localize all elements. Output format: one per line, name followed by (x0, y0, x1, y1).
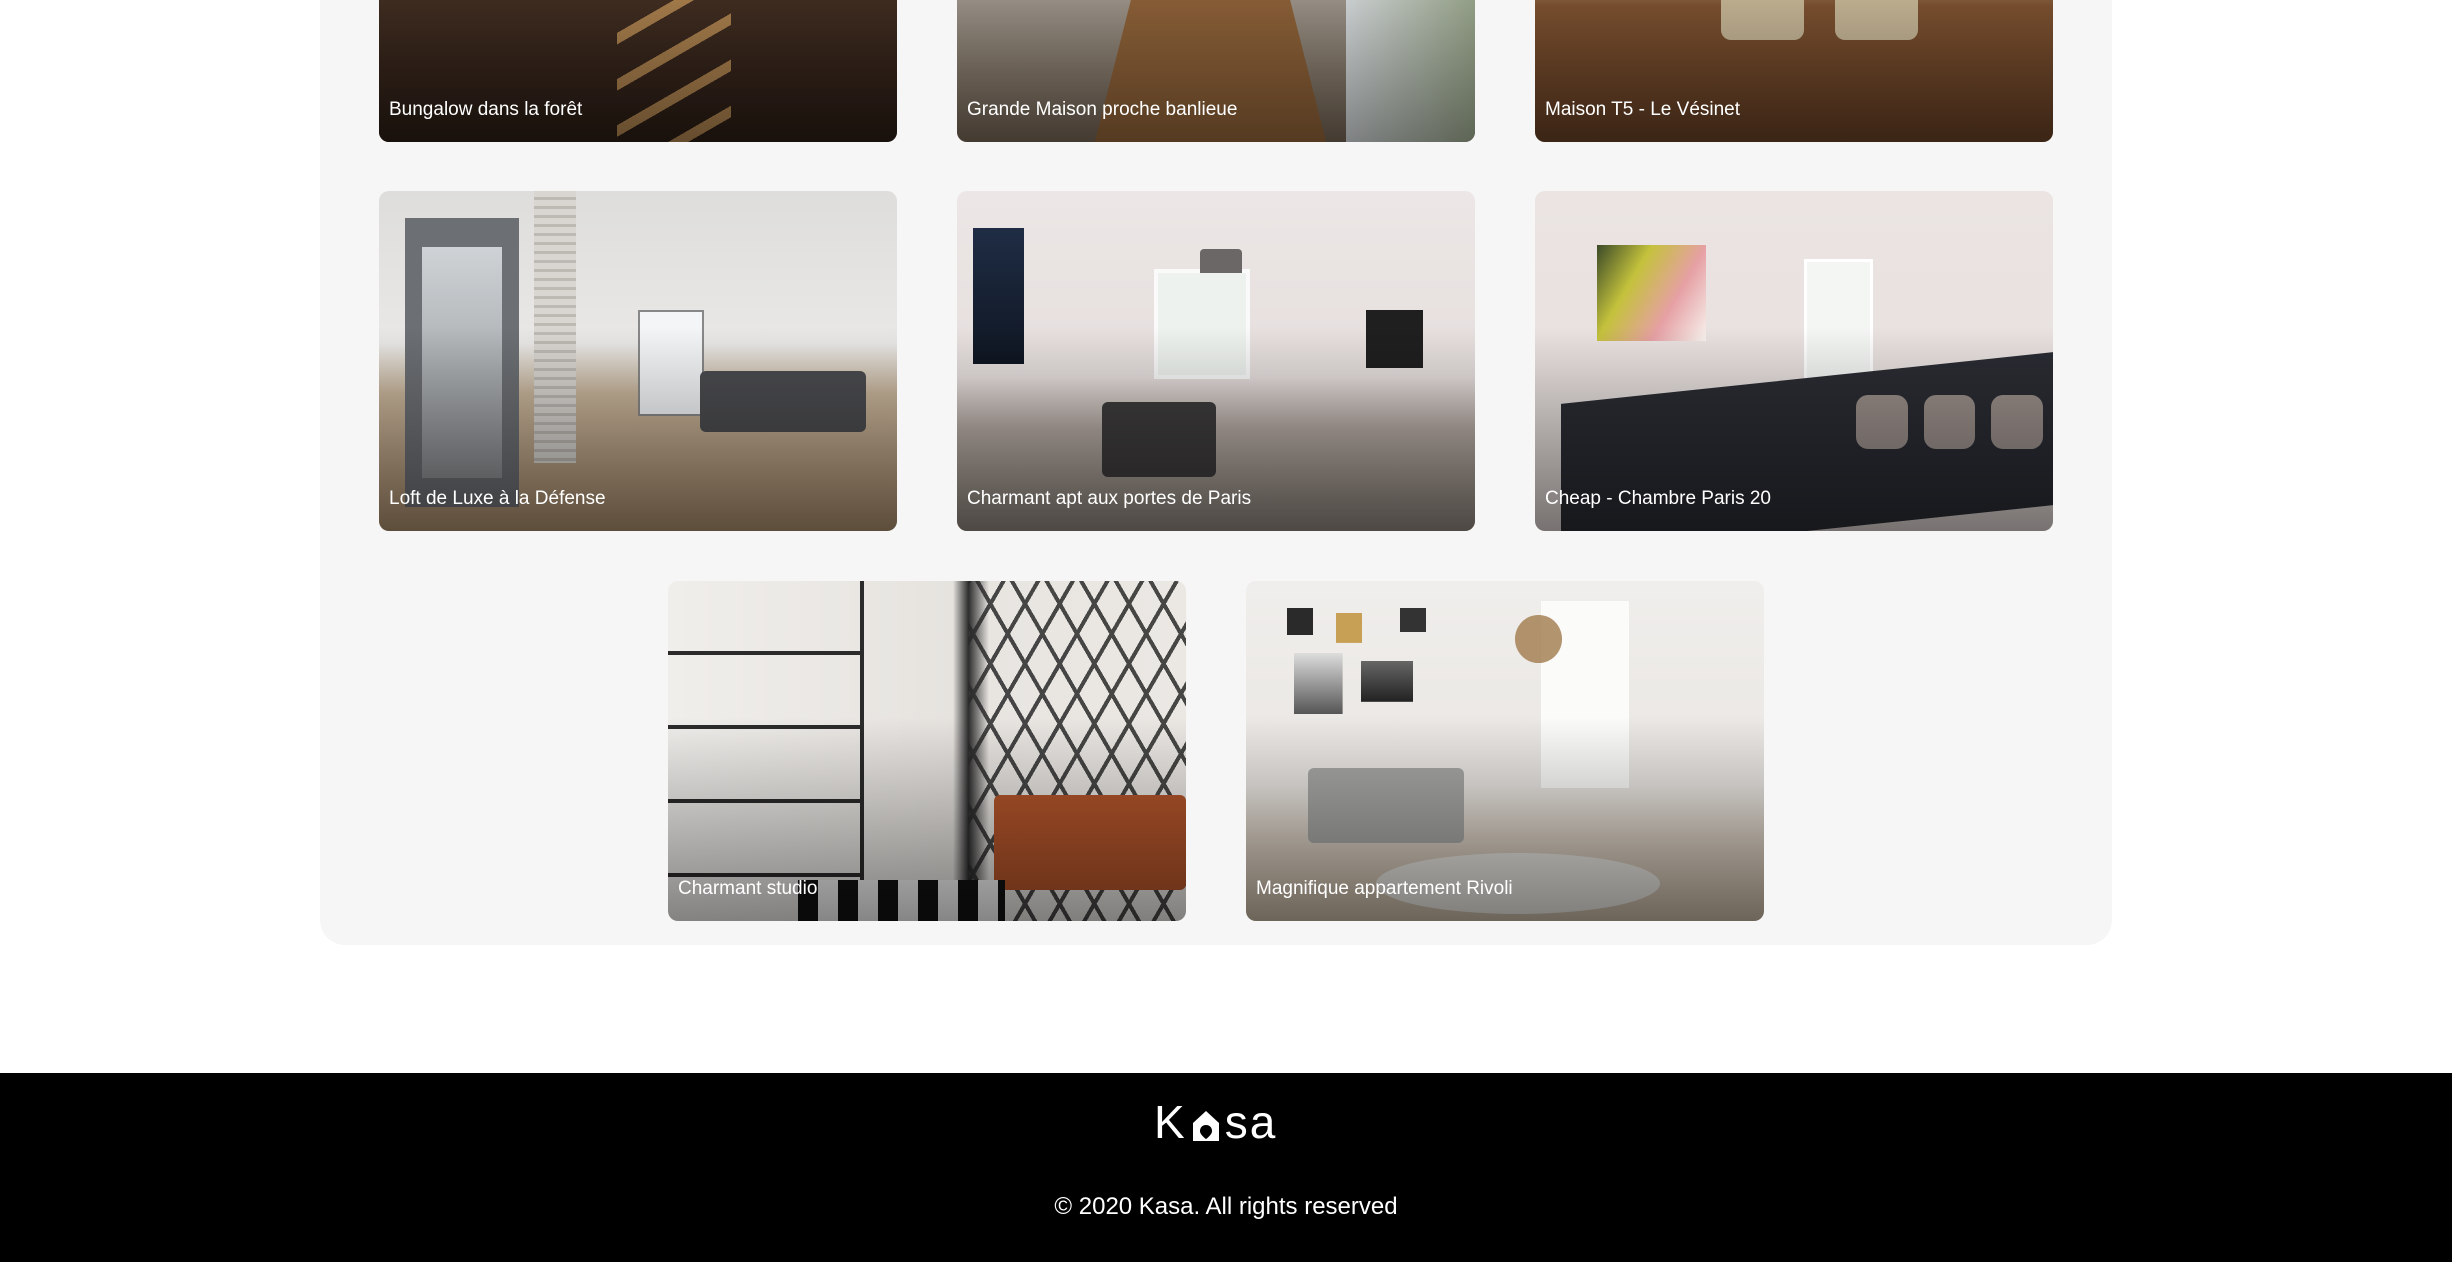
rental-title: Grande Maison proche banlieue (967, 99, 1238, 121)
rental-title: Charmant apt aux portes de Paris (967, 488, 1252, 510)
rental-title: Magnifique appartement Rivoli (1256, 878, 1513, 900)
house-icon (1192, 1111, 1219, 1141)
rental-title: Loft de Luxe à la Défense (389, 488, 606, 510)
rental-card[interactable]: Maison T5 - Le Vésinet (1535, 0, 2053, 142)
rental-card[interactable]: Grande Maison proche banlieue (957, 0, 1475, 142)
rental-title: Charmant studio (678, 878, 818, 900)
rental-title: Maison T5 - Le Vésinet (1545, 99, 1741, 121)
rental-card[interactable]: Charmant studio (668, 581, 1186, 921)
rental-card[interactable]: Magnifique appartement Rivoli (1246, 581, 1764, 921)
footer-logo[interactable]: K sa (1154, 1096, 1278, 1148)
rental-title: Cheap - Chambre Paris 20 (1545, 488, 1771, 510)
rental-card[interactable]: Bungalow dans la forêt (379, 0, 897, 142)
rental-card[interactable]: Cheap - Chambre Paris 20 (1535, 191, 2053, 531)
site-footer: K sa © 2020 Kasa. All rights reserved (0, 1073, 2452, 1262)
rental-card[interactable]: Loft de Luxe à la Défense (379, 191, 897, 531)
logo-letters-sa: sa (1224, 1096, 1278, 1148)
copyright-text: © 2020 Kasa. All rights reserved (1054, 1193, 1398, 1220)
logo-letter-k: K (1154, 1096, 1187, 1148)
rental-card[interactable]: Charmant apt aux portes de Paris (957, 191, 1475, 531)
rentals-gallery: Bungalow dans la forêt Grande Maison pro… (320, 0, 2112, 945)
rental-title: Bungalow dans la forêt (389, 99, 583, 121)
